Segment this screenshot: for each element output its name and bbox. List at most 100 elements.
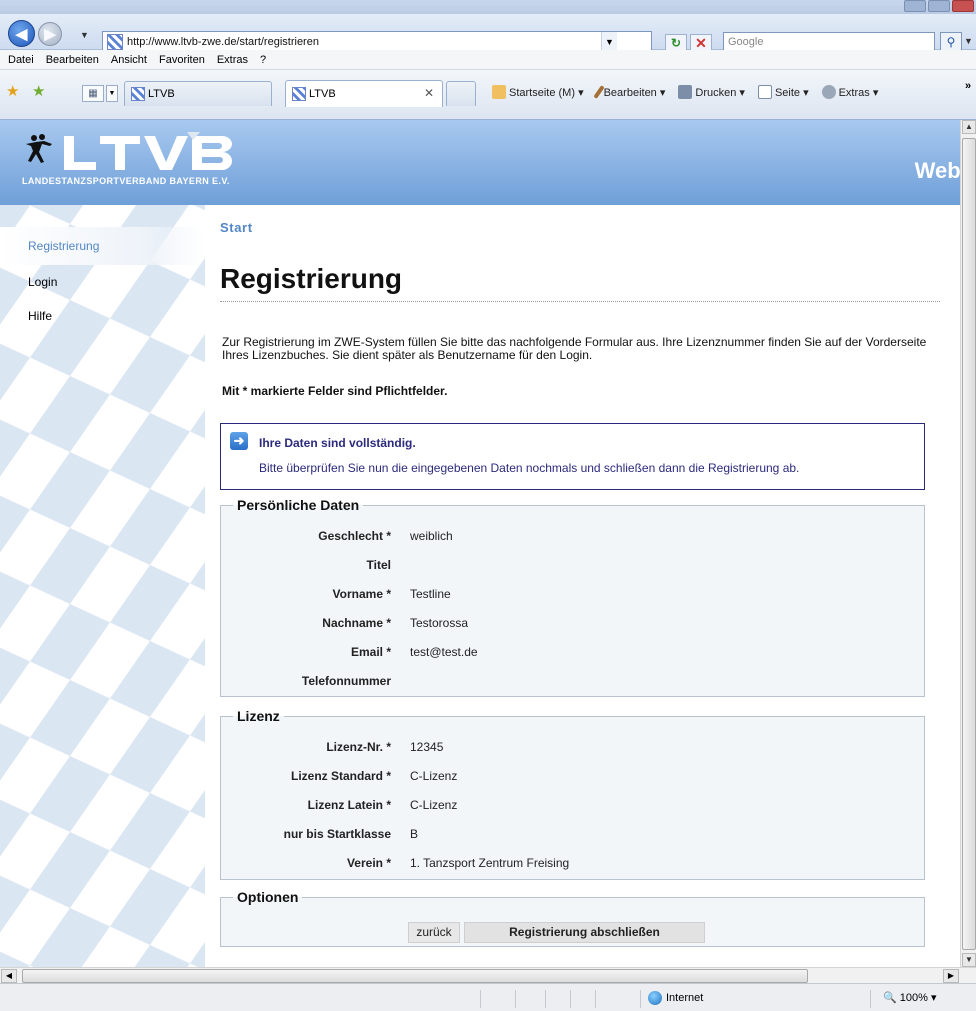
field-row-vorname: Vorname * Testline (221, 587, 921, 607)
tools-button[interactable]: Extras ▾ (821, 85, 878, 99)
home-button[interactable]: Startseite (M) ▾ (492, 85, 584, 99)
field-label: Vorname * (332, 587, 391, 601)
zoom-level: 100% (899, 992, 928, 1004)
edit-button[interactable]: Bearbeiten ▾ (592, 85, 665, 99)
security-zone[interactable]: Internet (648, 991, 703, 1005)
info-notice-box: ➜ Ihre Daten sind vollständig. Bitte übe… (220, 423, 925, 490)
home-label: Startseite (M) (509, 87, 576, 99)
license-section: Lizenz Lizenz-Nr. * 12345 Lizenz Standar… (220, 708, 925, 880)
menu-item-bearbeiten[interactable]: Bearbeiten (46, 54, 99, 66)
field-label: Lizenz Latein * (307, 798, 391, 812)
page-title: Registrierung (220, 263, 403, 294)
vertical-scroll-thumb[interactable] (962, 138, 976, 950)
menu-item-help[interactable]: ? (260, 54, 266, 66)
field-label: Nachname * (322, 616, 391, 630)
home-icon (492, 85, 506, 99)
field-row-nachname: Nachname * Testorossa (221, 616, 921, 636)
window-title-strip (0, 0, 976, 14)
section-legend: Persönliche Daten (237, 497, 360, 513)
address-dropdown-icon[interactable]: ▼ (601, 32, 617, 52)
edit-label: Bearbeiten (603, 87, 657, 99)
menu-item-extras[interactable]: Extras (217, 54, 248, 66)
logo-subtitle: LANDESTANZSPORTVERBAND BAYERN E.V. (22, 176, 230, 186)
field-row-email: Email * test@test.de (221, 645, 921, 665)
required-fields-note: Mit * markierte Felder sind Pflichtfelde… (222, 384, 448, 398)
site-favicon-icon (107, 34, 123, 50)
new-tab-button[interactable] (446, 81, 476, 106)
menu-bar: Datei Bearbeiten Ansicht Favoriten Extra… (0, 50, 976, 70)
section-legend: Optionen (237, 889, 299, 905)
maximize-button[interactable] (928, 0, 950, 12)
history-dropdown-icon[interactable]: ▼ (80, 30, 89, 40)
field-row-lizenz-latein: Lizenz Latein * C-Lizenz (221, 798, 921, 818)
close-window-button[interactable] (952, 0, 974, 12)
tab-ltvb-2-active[interactable]: LTVB ✕ (285, 80, 443, 107)
browser-navigation-bar: ◀ ▶ ▼ http://www.ltvb-zwe.de/start/regis… (0, 14, 976, 53)
address-url[interactable]: http://www.ltvb-zwe.de/start/registriere… (127, 36, 651, 48)
ltvb-logo (26, 132, 232, 170)
notice-text: Bitte überprüfen Sie nun die eingegebene… (259, 461, 800, 475)
status-divider (640, 990, 641, 1008)
search-options-dropdown-icon[interactable]: ▼ (964, 36, 973, 46)
sidebar-item-registrierung[interactable]: Registrierung (28, 239, 99, 253)
minimize-button[interactable] (904, 0, 926, 12)
status-divider (545, 990, 546, 1008)
window-controls (904, 0, 974, 12)
more-commands-icon[interactable]: » (965, 80, 971, 92)
finish-registration-button[interactable]: Registrierung abschließen (464, 922, 705, 943)
back-button[interactable]: zurück (408, 922, 460, 943)
scroll-right-icon[interactable]: ▶ (943, 969, 959, 983)
field-label: Verein * (346, 856, 391, 870)
status-divider (595, 990, 596, 1008)
page-button[interactable]: Seite ▾ (757, 85, 809, 99)
favorites-star-icon[interactable]: ★ (6, 82, 19, 100)
field-value: 12345 (410, 740, 444, 754)
field-value: C-Lizenz (410, 769, 458, 783)
horizontal-scroll-thumb[interactable] (22, 969, 808, 983)
tools-label: Extras (838, 87, 870, 99)
site-web-title: Web- (914, 158, 960, 183)
tab-bar: ★ ★ ▦ ▼ LTVB LTVB ✕ Startseite (M) ▾ Bea… (0, 70, 976, 120)
forward-arrow-icon[interactable]: ▶ (38, 22, 62, 46)
scroll-up-icon[interactable]: ▲ (962, 120, 976, 134)
close-tab-icon[interactable]: ✕ (424, 86, 434, 100)
field-row-lizenz-standard: Lizenz Standard * C-Lizenz (221, 769, 921, 789)
search-input[interactable]: Google (723, 32, 935, 52)
command-bar: Startseite (M) ▾ Bearbeiten ▾ Drucken ▾ … (492, 85, 878, 99)
menu-item-ansicht[interactable]: Ansicht (111, 54, 147, 66)
field-label: Geschlecht * (318, 529, 391, 543)
tab-list-dropdown-icon[interactable]: ▼ (106, 85, 118, 102)
pencil-icon (592, 85, 605, 99)
field-value: test@test.de (410, 645, 478, 659)
zone-label: Internet (666, 992, 704, 1004)
menu-item-favoriten[interactable]: Favoriten (159, 54, 205, 66)
back-arrow-icon[interactable]: ◀ (8, 20, 35, 47)
sidebar-item-login[interactable]: Login (28, 275, 57, 289)
search-icon[interactable]: ⚲ (940, 32, 962, 52)
print-button[interactable]: Drucken ▾ (678, 85, 745, 99)
field-label: Lizenz-Nr. * (326, 740, 391, 754)
field-label: Titel (366, 558, 391, 572)
horizontal-scrollbar[interactable]: ◀ ▶ (0, 967, 976, 983)
menu-item-datei[interactable]: Datei (8, 54, 34, 66)
site-header: LANDESTANZSPORTVERBAND BAYERN E.V. Web- (0, 120, 960, 205)
sidebar-item-hilfe[interactable]: Hilfe (28, 309, 52, 323)
field-label: Lizenz Standard * (290, 769, 391, 783)
field-row-telefonnummer: Telefonnummer (221, 674, 921, 694)
title-divider (220, 301, 940, 302)
quick-tabs-icon[interactable]: ▦ (82, 85, 104, 102)
field-label: Telefonnummer (301, 674, 391, 688)
status-divider (515, 990, 516, 1008)
field-value: 1. Tanzsport Zentrum Freising (410, 856, 570, 870)
field-row-geschlecht: Geschlecht * weiblich (221, 529, 921, 549)
scroll-left-icon[interactable]: ◀ (1, 969, 17, 983)
page-label: Seite (774, 87, 801, 99)
vertical-scrollbar[interactable]: ▲ ▼ (960, 120, 976, 967)
tab-ltvb-1[interactable]: LTVB (124, 81, 272, 106)
add-favorite-icon[interactable]: ★ (32, 82, 45, 100)
zoom-control[interactable]: 🔍 100% ▾ (883, 991, 936, 1004)
field-value: Testline (410, 587, 451, 601)
scroll-down-icon[interactable]: ▼ (962, 953, 976, 967)
page-icon (757, 85, 772, 99)
breadcrumb[interactable]: Start (220, 220, 253, 235)
